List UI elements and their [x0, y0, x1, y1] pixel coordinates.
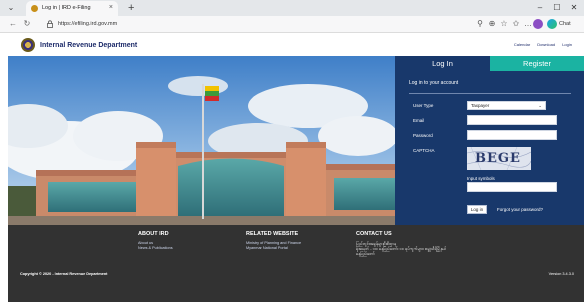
tab-close-icon[interactable]: × — [109, 4, 113, 12]
close-window-button[interactable]: ✕ — [568, 3, 580, 13]
hero-building-image — [8, 56, 395, 225]
copilot-chat-icon[interactable] — [547, 19, 557, 29]
address-bar-url[interactable]: https://efiling.ird.gov.mm — [58, 21, 117, 28]
back-arrow-icon[interactable]: ← — [8, 19, 18, 29]
user-type-select[interactable]: Taxpayer ⌄ — [467, 101, 546, 110]
footer-contact: CONTACT US ပြည်တွင်းအခွန်များဦးစီးဌာန ရု… — [356, 231, 496, 256]
captcha-label: CAPTCHA — [413, 148, 435, 153]
chevron-down-icon: ⌄ — [538, 103, 542, 108]
ird-logo[interactable] — [21, 38, 35, 52]
favorite-star-icon[interactable]: ☆ — [499, 19, 509, 29]
maximize-button[interactable]: ☐ — [551, 3, 563, 13]
hero-illustration — [8, 56, 395, 225]
top-links: Calendar Download Login — [508, 42, 572, 48]
more-menu-icon[interactable]: … — [523, 19, 533, 29]
profile-avatar[interactable] — [533, 19, 543, 29]
footer-related: RELATED WEBSITE Ministry of Planning and… — [246, 231, 301, 251]
lock-icon[interactable] — [46, 20, 54, 28]
top-link-calendar[interactable]: Calendar — [514, 42, 530, 47]
footer-link-national-portal[interactable]: Myanmar National Portal — [246, 246, 301, 251]
browser-tab[interactable]: Log in | IRD e-Filing × — [26, 1, 118, 16]
refresh-icon[interactable]: ↻ — [22, 19, 32, 29]
login-divider — [409, 93, 571, 94]
browser-toolbar: ← ↻ https://efiling.ird.gov.mm ⚲ ⊕ ☆ ✩ …… — [0, 16, 584, 33]
new-tab-button[interactable]: + — [128, 2, 134, 14]
forgot-password-link[interactable]: Forgot your password? — [497, 207, 543, 213]
site-header: Internal Revenue Department Calendar Dow… — [0, 34, 584, 56]
email-field[interactable] — [467, 115, 557, 125]
key-icon[interactable]: ⚲ — [475, 19, 485, 29]
captcha-input[interactable] — [467, 182, 557, 192]
footer-about-heading: ABOUT IRD — [138, 231, 169, 237]
password-field[interactable] — [467, 130, 557, 140]
zoom-icon[interactable]: ⊕ — [487, 19, 497, 29]
chat-label[interactable]: Chat — [559, 21, 571, 28]
site-title[interactable]: Internal Revenue Department — [40, 41, 137, 50]
captcha-text: BEGE — [475, 151, 521, 166]
top-link-login[interactable]: Login — [562, 42, 572, 47]
tab-login[interactable]: Log In — [395, 56, 490, 71]
login-panel: Log In Register Log in to your account U… — [395, 56, 584, 225]
login-button[interactable]: Log in — [467, 205, 487, 214]
footer-link-news[interactable]: News & Publications — [138, 246, 173, 251]
user-type-label: User Type — [413, 103, 434, 108]
top-link-download[interactable]: Download — [537, 42, 555, 47]
footer-contact-heading: CONTACT US — [356, 231, 392, 237]
favicon-icon — [31, 5, 38, 12]
email-label: Email — [413, 118, 425, 123]
captcha-image: BEGE — [467, 147, 531, 170]
browser-tabstrip: ⌄ Log in | IRD e-Filing × + – ☐ ✕ — [0, 0, 584, 16]
minimize-button[interactable]: – — [534, 3, 546, 13]
user-type-value: Taxpayer — [471, 103, 490, 108]
footer-about: ABOUT IRD About us News & Publications — [138, 231, 173, 251]
footer: ABOUT IRD About us News & Publications R… — [8, 225, 584, 302]
tab-title: Log in | IRD e-Filing — [42, 5, 91, 11]
tab-register[interactable]: Register — [490, 56, 584, 71]
tab-menu-chevron-icon[interactable]: ⌄ — [6, 3, 16, 13]
favorites-bar-icon[interactable]: ✩ — [511, 19, 521, 29]
version-text: Version 3.4.3.0 — [548, 272, 574, 276]
login-heading: Log in to your account — [409, 80, 459, 86]
copyright-text: Copyright © 2020 - Internal Revenue Depa… — [20, 272, 108, 276]
contact-line: နေပြည်တော် — [356, 251, 375, 256]
footer-related-heading: RELATED WEBSITE — [246, 231, 299, 237]
password-label: Password — [413, 133, 433, 138]
